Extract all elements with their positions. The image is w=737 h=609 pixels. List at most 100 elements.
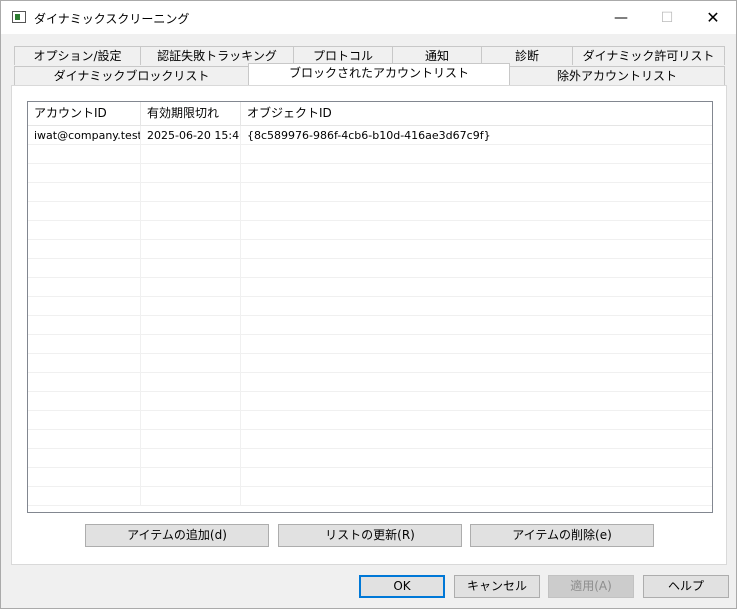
cell-account-id bbox=[28, 297, 141, 316]
cell-account-id bbox=[28, 373, 141, 392]
blocked-accounts-list[interactable]: アカウントID 有効期限切れ オブジェクトID iwat@company.tes… bbox=[27, 101, 713, 513]
cell-expiry bbox=[141, 240, 241, 259]
cell-object-id bbox=[241, 335, 711, 354]
ok-button[interactable]: OK bbox=[359, 575, 445, 598]
cell-account-id bbox=[28, 411, 141, 430]
apply-button[interactable]: 適用(A) bbox=[548, 575, 634, 598]
empty-row bbox=[28, 411, 712, 430]
tab-dynamic-allow-list[interactable]: ダイナミック許可リスト bbox=[572, 46, 725, 65]
help-button[interactable]: ヘルプ bbox=[643, 575, 729, 598]
cell-object-id bbox=[241, 487, 711, 506]
cell-account-id bbox=[28, 335, 141, 354]
dialog-window: ダイナミックスクリーニング — ☐ ✕ オプション/設定 認証失敗トラッキング … bbox=[0, 0, 737, 609]
cell-expiry bbox=[141, 487, 241, 506]
empty-row bbox=[28, 145, 712, 164]
title-bar: ダイナミックスクリーニング — ☐ ✕ bbox=[1, 1, 736, 34]
add-item-button[interactable]: アイテムの追加(d) bbox=[85, 524, 269, 547]
cell-expiry bbox=[141, 335, 241, 354]
cell-object-id bbox=[241, 316, 711, 335]
minimize-button[interactable]: — bbox=[598, 1, 644, 34]
cell-expiry bbox=[141, 316, 241, 335]
cell-account-id bbox=[28, 430, 141, 449]
cell-account-id bbox=[28, 259, 141, 278]
empty-row bbox=[28, 449, 712, 468]
tab-row-2: ダイナミックブロックリスト ブロックされたアカウントリスト 除外アカウントリスト bbox=[1, 63, 736, 86]
tab-panel: アカウントID 有効期限切れ オブジェクトID iwat@company.tes… bbox=[11, 85, 727, 565]
empty-row bbox=[28, 430, 712, 449]
cell-account-id bbox=[28, 487, 141, 506]
cell-expiry bbox=[141, 145, 241, 164]
empty-row bbox=[28, 164, 712, 183]
column-header-object-id[interactable]: オブジェクトID bbox=[241, 102, 711, 125]
cell-account-id bbox=[28, 278, 141, 297]
cell-expiry bbox=[141, 354, 241, 373]
delete-item-button[interactable]: アイテムの削除(e) bbox=[470, 524, 654, 547]
cell-account-id bbox=[28, 316, 141, 335]
cell-expiry bbox=[141, 468, 241, 487]
cell-account-id bbox=[28, 145, 141, 164]
cell-object-id bbox=[241, 164, 711, 183]
cell-account-id bbox=[28, 354, 141, 373]
cell-expiry: 2025-06-20 15:46 bbox=[141, 126, 241, 145]
cell-object-id bbox=[241, 373, 711, 392]
cell-expiry bbox=[141, 430, 241, 449]
cell-object-id bbox=[241, 240, 711, 259]
empty-row bbox=[28, 316, 712, 335]
list-header: アカウントID 有効期限切れ オブジェクトID bbox=[28, 102, 712, 126]
cell-object-id bbox=[241, 221, 711, 240]
empty-row bbox=[28, 202, 712, 221]
cell-account-id bbox=[28, 449, 141, 468]
cell-object-id bbox=[241, 278, 711, 297]
cancel-button[interactable]: キャンセル bbox=[454, 575, 540, 598]
empty-row bbox=[28, 297, 712, 316]
cell-expiry bbox=[141, 278, 241, 297]
cell-object-id bbox=[241, 392, 711, 411]
cell-object-id bbox=[241, 202, 711, 221]
cell-object-id bbox=[241, 468, 711, 487]
cell-account-id bbox=[28, 221, 141, 240]
tab-dynamic-block-list[interactable]: ダイナミックブロックリスト bbox=[14, 66, 249, 85]
cell-object-id bbox=[241, 297, 711, 316]
cell-account-id bbox=[28, 468, 141, 487]
table-row[interactable]: iwat@company.test 2025-06-20 15:46 {8c5899… bbox=[28, 126, 712, 145]
cell-expiry bbox=[141, 221, 241, 240]
app-icon bbox=[12, 11, 26, 23]
cell-expiry bbox=[141, 183, 241, 202]
cell-expiry bbox=[141, 259, 241, 278]
refresh-list-button[interactable]: リストの更新(R) bbox=[278, 524, 462, 547]
cell-expiry bbox=[141, 164, 241, 183]
cell-account-id: iwat@company.test bbox=[28, 126, 141, 145]
empty-row bbox=[28, 373, 712, 392]
cell-account-id bbox=[28, 202, 141, 221]
empty-row bbox=[28, 354, 712, 373]
tab-blocked-account-list[interactable]: ブロックされたアカウントリスト bbox=[248, 63, 510, 85]
window-title: ダイナミックスクリーニング bbox=[34, 12, 190, 26]
tab-excluded-account-list[interactable]: 除外アカウントリスト bbox=[509, 66, 725, 85]
empty-row bbox=[28, 259, 712, 278]
cell-expiry bbox=[141, 411, 241, 430]
cell-expiry bbox=[141, 373, 241, 392]
cell-object-id bbox=[241, 449, 711, 468]
cell-object-id bbox=[241, 145, 711, 164]
maximize-button[interactable]: ☐ bbox=[644, 1, 690, 34]
cell-account-id bbox=[28, 392, 141, 411]
close-button[interactable]: ✕ bbox=[690, 1, 736, 34]
cell-object-id bbox=[241, 411, 711, 430]
cell-object-id bbox=[241, 259, 711, 278]
cell-expiry bbox=[141, 297, 241, 316]
column-header-expiry[interactable]: 有効期限切れ bbox=[141, 102, 241, 125]
cell-account-id bbox=[28, 183, 141, 202]
cell-expiry bbox=[141, 449, 241, 468]
cell-expiry bbox=[141, 202, 241, 221]
empty-row bbox=[28, 487, 712, 506]
cell-object-id: {8c589976-986f-4cb6-b10d-416ae3d67c9f} bbox=[247, 129, 491, 142]
tab-options-settings[interactable]: オプション/設定 bbox=[14, 46, 141, 65]
empty-row bbox=[28, 240, 712, 259]
cell-object-id bbox=[241, 354, 711, 373]
empty-row bbox=[28, 278, 712, 297]
cell-account-id bbox=[28, 240, 141, 259]
column-header-account-id[interactable]: アカウントID bbox=[28, 102, 141, 125]
cell-expiry bbox=[141, 392, 241, 411]
empty-row bbox=[28, 468, 712, 487]
cell-object-id bbox=[241, 183, 711, 202]
